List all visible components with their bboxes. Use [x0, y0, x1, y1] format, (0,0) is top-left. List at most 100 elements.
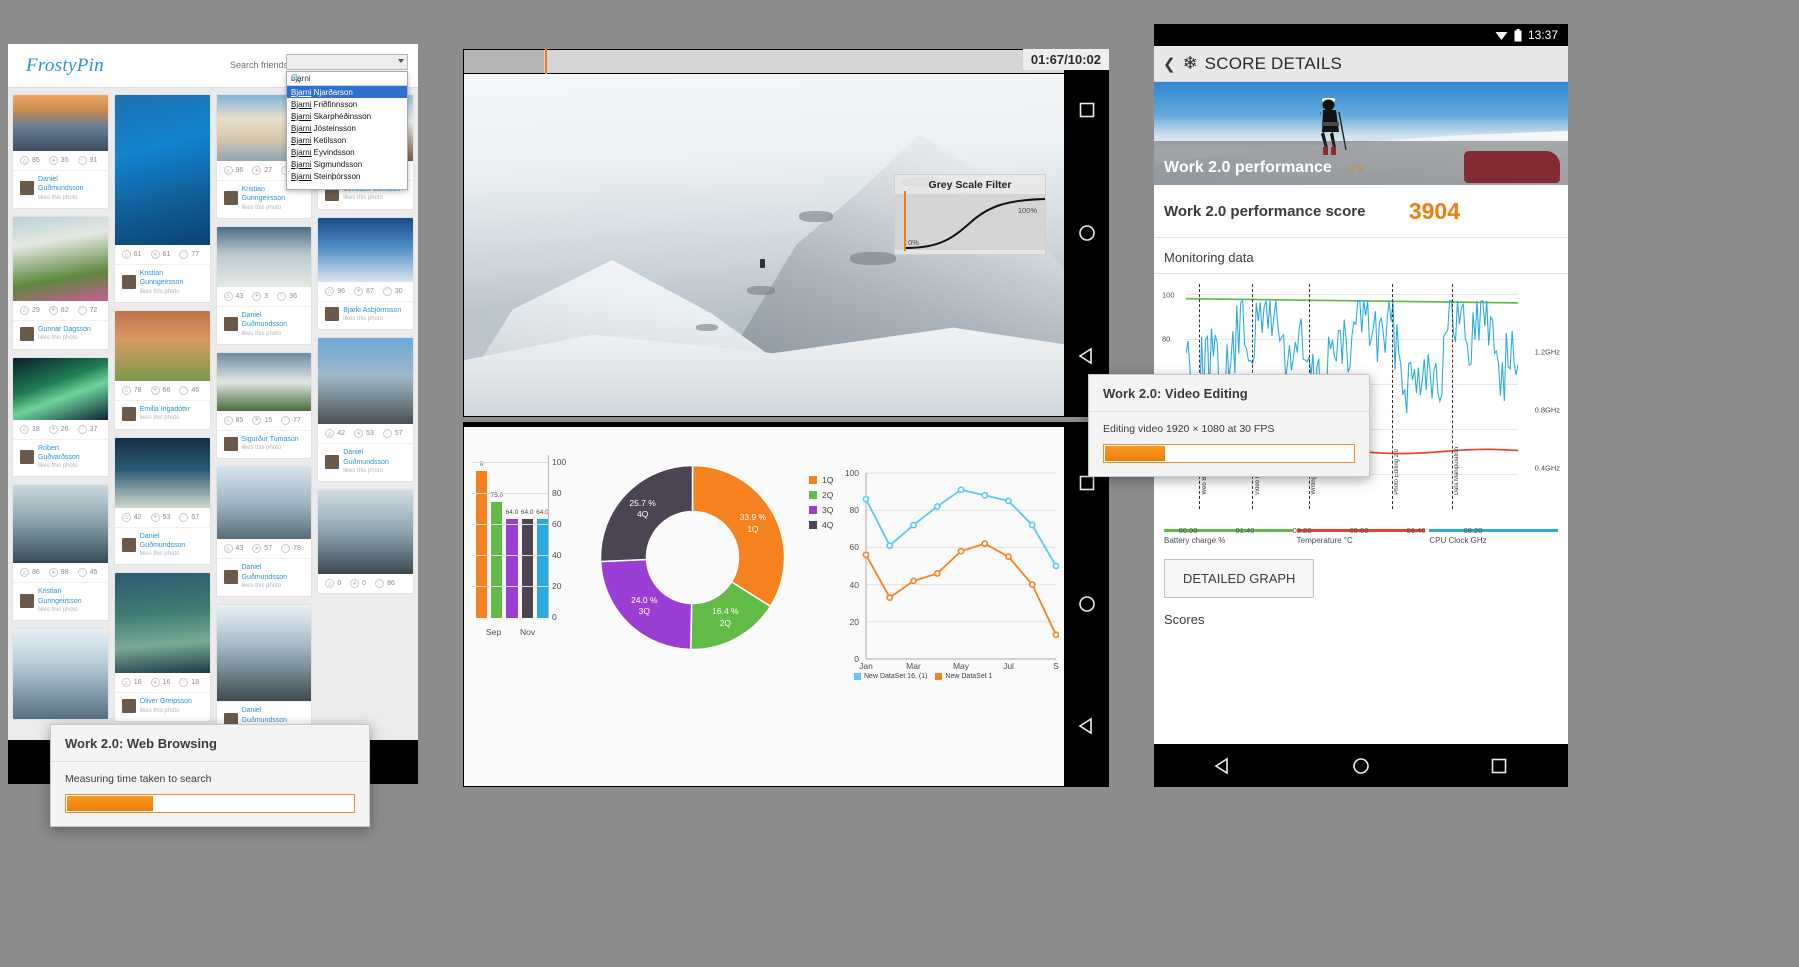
photo-stat[interactable]: ♡ 36	[277, 291, 297, 301]
photo-user[interactable]: Bjarki Ásbjörnsson likes this photo	[318, 300, 413, 330]
suggestion-item[interactable]: Bjarni Friðfinnsson	[287, 98, 407, 110]
user-name[interactable]: Róbert Guðvarðsson	[38, 444, 101, 463]
photo-stat[interactable]: ✳ 98	[48, 568, 69, 578]
photo-card[interactable]: △ 42 ✳ 53 ♡ 57 Daniel Guðmundsson likes this ph…	[113, 436, 211, 566]
photo-card[interactable]: △ 78 ✳ 66 ♡ 46 Emilia Ingadóttir likes this pho…	[113, 309, 211, 430]
photo-card[interactable]: △ 42 ✳ 53 ♡ 57 Daniel Guðmundsson likes this ph…	[317, 337, 414, 483]
photo-stat[interactable]: ♡ 72	[77, 305, 97, 315]
photo-stat[interactable]: ♡ 77	[179, 250, 199, 259]
photo-user[interactable]: Daniel Guðmundssonlikes this photo	[114, 526, 210, 565]
photo-user[interactable]: Kristian Gunngeirsson likes this photo	[114, 264, 210, 302]
photo-stat[interactable]: △ 96	[223, 166, 243, 175]
photo-stat[interactable]: ♡ 78	[281, 544, 301, 554]
filter-curve[interactable]: 0% 100%	[895, 191, 1046, 251]
photo-card[interactable]: △ 29 ✳ 82 ♡ 72 Gunnar Dagsson likes this photo	[12, 215, 109, 350]
photo-user[interactable]: Daniel Guðmundssonlikes this photo	[13, 170, 108, 208]
suggestion-item[interactable]: Bjarni Sigmundsson	[287, 158, 407, 170]
photo-card[interactable]: △ 85 ✳ 15 ♡ 77 Sigurður Tumason likes this phot…	[215, 351, 313, 460]
photo-stat[interactable]: △ 16	[121, 678, 142, 688]
square-recents-icon[interactable]	[1489, 756, 1509, 776]
photo-image[interactable]	[13, 629, 108, 720]
suggestion-list[interactable]: Bjarni Njarðarson Bjarni Friðfinnsson Bjar…	[287, 86, 407, 182]
photo-stat[interactable]: ✳ 35	[48, 156, 69, 165]
phone-navbar[interactable]	[1154, 744, 1568, 787]
photo-stat[interactable]: ♡ 77	[281, 415, 301, 425]
photo-card[interactable]: △ 43 ✳ 57 ♡ 78 Daniel Guðmundsson likes this ph…	[215, 466, 313, 598]
photo-card[interactable]: Daniel Guðmundssonlikes this photo	[215, 604, 313, 741]
search-friends-combo[interactable]	[286, 54, 408, 70]
photo-user[interactable]: Emilia Ingadóttir likes this photo	[114, 399, 210, 429]
tablet2-navbar-top[interactable]	[1064, 49, 1109, 417]
user-name[interactable]: Daniel Guðmundsson	[242, 311, 305, 330]
photo-stat[interactable]: ✳ 3	[252, 291, 268, 301]
photo-stat[interactable]: △ 61	[121, 250, 142, 259]
user-name[interactable]: Daniel Guðmundsson	[242, 563, 305, 582]
photo-stat[interactable]: ✳ 15	[252, 415, 272, 425]
user-name[interactable]: Óliver Greipsson	[140, 697, 192, 706]
photo-stat[interactable]: ✳ 61	[150, 250, 170, 259]
photo-stat[interactable]: ✳ 87	[354, 286, 374, 296]
user-name[interactable]: Sigurður Tumason	[242, 435, 299, 444]
photo-stat[interactable]: ♡ 86	[375, 579, 395, 589]
detailed-graph-button[interactable]: DETAILED GRAPH	[1164, 559, 1315, 598]
suggestion-item[interactable]: Bjarni Steinþórsson	[287, 170, 407, 182]
photo-stat[interactable]: △ 86	[20, 568, 40, 578]
photo-user[interactable]: Kristian Gunngeirsson likes this photo	[13, 582, 108, 620]
photo-user[interactable]: Sigurður Tumason likes this photo	[216, 429, 312, 459]
photo-user[interactable]: Daniel Guðmundssonlikes this photo	[216, 558, 312, 596]
photo-stat[interactable]: ✳ 82	[48, 305, 69, 315]
circle-home-icon[interactable]	[1351, 756, 1371, 776]
photo-stat[interactable]: ✳ 57	[252, 544, 272, 554]
photo-stat[interactable]: ♡ 18	[179, 678, 199, 688]
user-name[interactable]: Daniel Guðmundsson	[38, 175, 101, 194]
photo-stat[interactable]: ♡ 37	[77, 424, 97, 434]
photo-user[interactable]: Daniel Guðmundssonlikes this photo	[318, 443, 413, 481]
search-suggestions-dropdown[interactable]: bjarni 🔍 Bjarni Njarðarson Bjarni Friðfin…	[286, 71, 408, 190]
photo-image[interactable]	[13, 95, 108, 151]
user-name[interactable]: Daniel Guðmundsson	[343, 448, 406, 467]
photo-image[interactable]	[318, 338, 413, 425]
photo-stat[interactable]: ♡ 57	[382, 429, 403, 439]
photo-image[interactable]	[13, 357, 108, 420]
photo-user[interactable]: Óliver Greipsson likes this photo	[114, 692, 210, 721]
photo-card[interactable]: △ 96 ✳ 87 ♡ 30 Bjarki Ásbjörnsson likes this ph…	[317, 216, 414, 331]
user-name[interactable]: Daniel Guðmundsson	[242, 706, 305, 725]
triangle-back-icon[interactable]	[1213, 756, 1233, 776]
photo-stat[interactable]: ✳ 0	[350, 579, 366, 589]
photo-image[interactable]	[114, 95, 210, 245]
photo-stat[interactable]: △ 85	[20, 156, 40, 165]
photo-stat[interactable]: △ 43	[223, 291, 243, 301]
photo-card[interactable]: △ 61 ✳ 61 ♡ 77 Kristian Gunngeirsson likes this…	[113, 94, 211, 303]
user-name[interactable]: Daniel Guðmundsson	[140, 532, 203, 551]
photo-user[interactable]: Gunnar Dagsson likes this photo	[13, 319, 108, 349]
photo-card[interactable]: △ 18 ✳ 26 ♡ 37 Róbert Guðvarðsson likes this ph…	[12, 356, 109, 478]
photo-stat[interactable]: △ 42	[325, 429, 345, 439]
photo-stat[interactable]: △ 42	[121, 512, 142, 522]
photo-stat[interactable]: ✳ 26	[48, 424, 69, 434]
user-name[interactable]: Gunnar Dagsson	[38, 325, 91, 334]
photo-stat[interactable]: △ 96	[325, 286, 345, 296]
photo-stat[interactable]: △ 29	[20, 305, 40, 315]
photo-stat[interactable]: ✳ 66	[150, 385, 170, 395]
triangle-back-icon[interactable]	[1077, 716, 1097, 736]
suggestion-item[interactable]: Bjarni Jósteinsson	[287, 122, 407, 134]
suggestion-item[interactable]: Bjarni Skarphéðinsson	[287, 110, 407, 122]
suggestion-item[interactable]: Bjarni Ketilsson	[287, 134, 407, 146]
user-name[interactable]: Emilia Ingadóttir	[140, 405, 190, 414]
photo-stat[interactable]: ♡ 46	[179, 385, 199, 395]
photo-image[interactable]	[216, 467, 312, 540]
video-timeline[interactable]	[464, 48, 1108, 75]
circle-home-icon[interactable]	[1077, 223, 1097, 243]
photo-card[interactable]: △ 0 ✳ 0 ♡ 86	[317, 489, 414, 595]
photo-stat[interactable]: ♡ 45	[77, 568, 97, 578]
photo-stat[interactable]: ✳ 27	[252, 166, 272, 175]
user-name[interactable]: Bjarki Ásbjörnsson	[343, 306, 401, 315]
photo-stat[interactable]: △ 0	[325, 579, 341, 589]
photo-card[interactable]	[12, 628, 109, 721]
square-recents-icon[interactable]	[1077, 100, 1097, 120]
photo-card[interactable]: △ 86 ✳ 98 ♡ 45 Kristian Gunngeirsson likes this…	[12, 484, 109, 622]
photo-image[interactable]	[13, 485, 108, 564]
photo-image[interactable]	[216, 605, 312, 702]
photo-image[interactable]	[114, 437, 210, 508]
photo-stat[interactable]: ✳ 53	[354, 429, 374, 439]
